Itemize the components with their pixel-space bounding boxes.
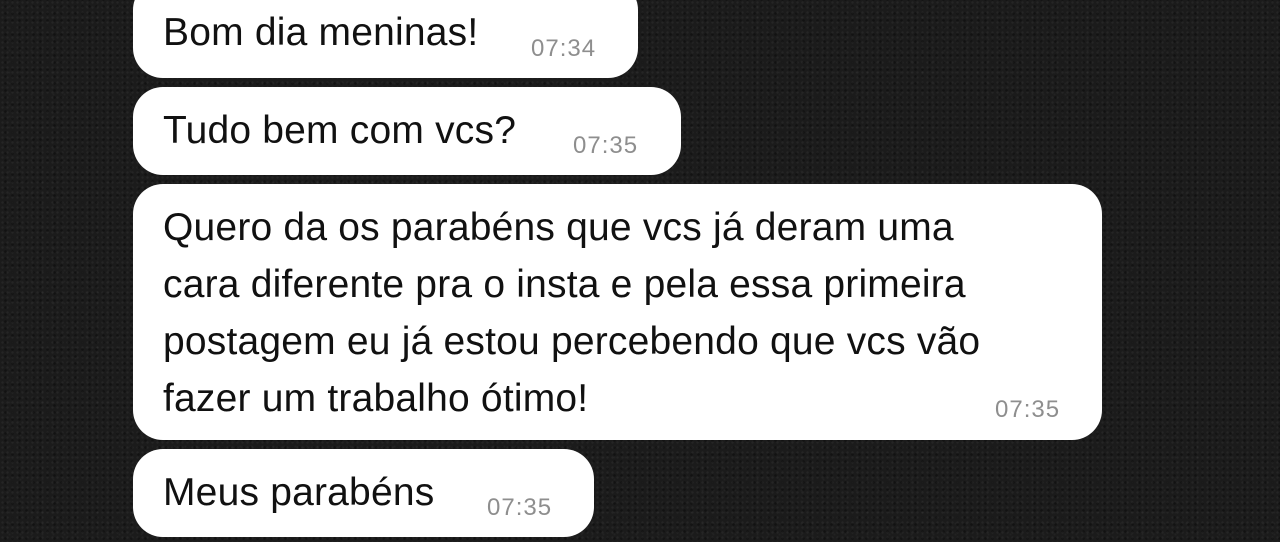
message-text: Quero da os parabéns que vcs já deram um…	[163, 199, 1083, 427]
message-bubble[interactable]: Tudo bem com vcs? 07:35	[133, 87, 681, 175]
message-bubble[interactable]: Bom dia meninas! 07:34	[133, 0, 638, 78]
message-text: Tudo bem com vcs?	[163, 109, 517, 152]
message-line: cara diferente pra o insta e pela essa p…	[163, 263, 966, 306]
message-timestamp: 07:35	[487, 494, 553, 521]
message-line: fazer um trabalho ótimo!	[163, 377, 589, 420]
message-bubble[interactable]: Meus parabéns 07:35	[133, 449, 594, 537]
message-line: Quero da os parabéns que vcs já deram um…	[163, 206, 954, 249]
message-line: postagem eu já estou percebendo que vcs …	[163, 320, 981, 363]
chat-conversation: Bom dia meninas! 07:34 Tudo bem com vcs?…	[0, 0, 1280, 542]
message-text: Meus parabéns	[163, 471, 435, 514]
message-timestamp: 07:34	[531, 35, 597, 62]
message-bubble[interactable]: Quero da os parabéns que vcs já deram um…	[133, 184, 1102, 440]
message-timestamp: 07:35	[995, 396, 1061, 423]
message-text: Bom dia meninas!	[163, 11, 479, 54]
message-timestamp: 07:35	[573, 132, 639, 159]
